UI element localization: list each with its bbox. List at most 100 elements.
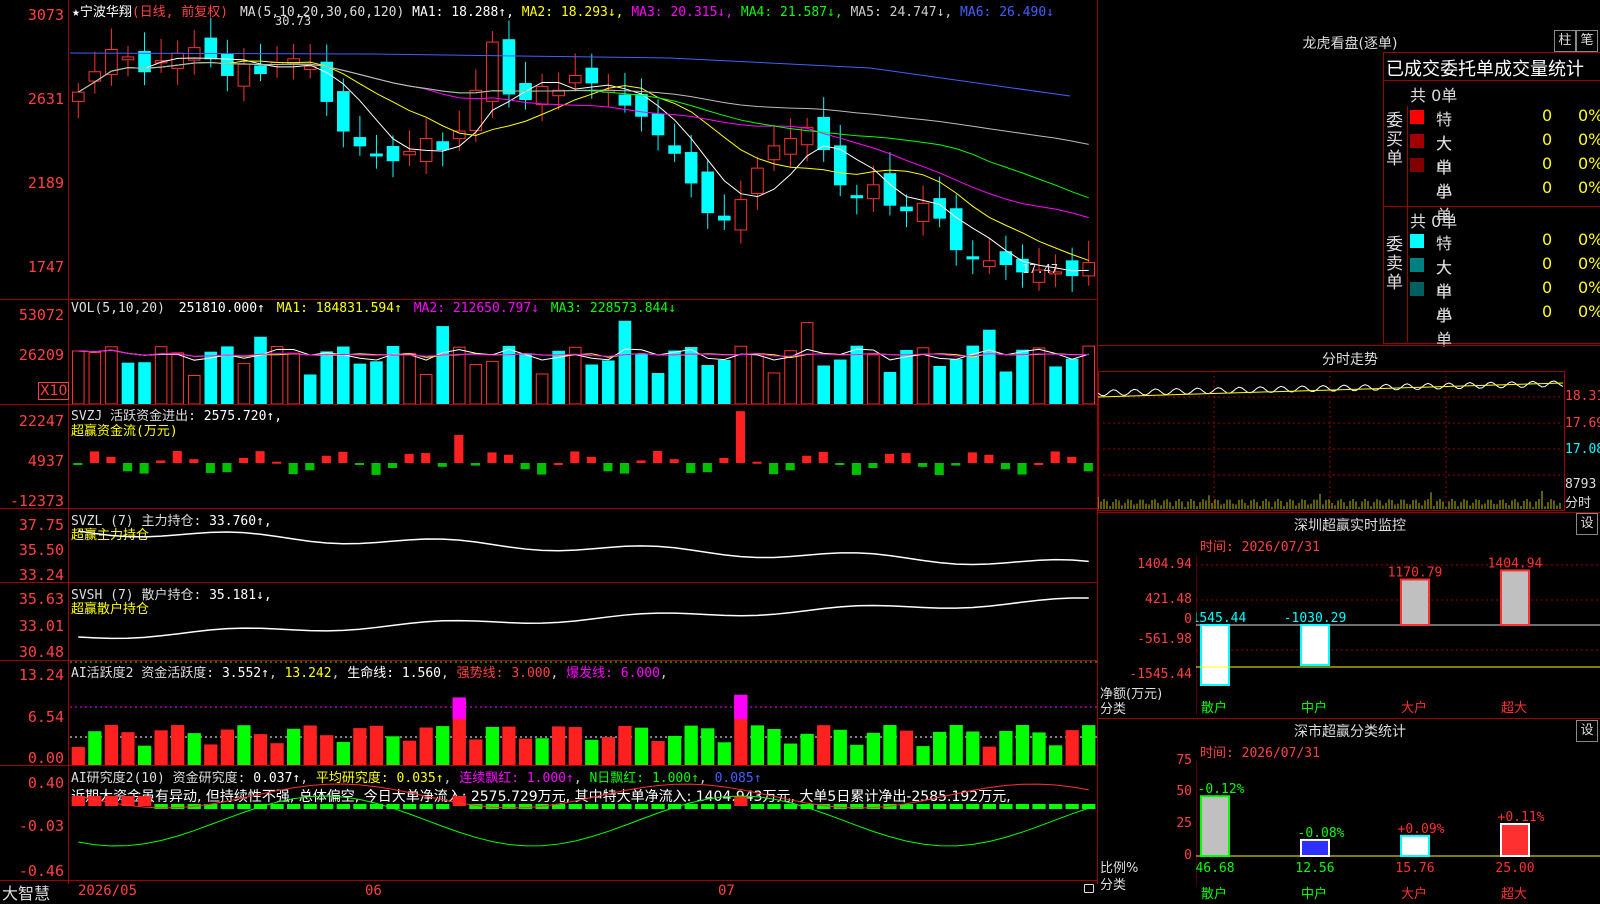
sc-bar (1300, 838, 1330, 858)
sc-bar-value: 25.00 (1495, 861, 1534, 876)
volume-bar (833, 359, 847, 404)
activity-bar (369, 725, 384, 765)
sc-bar-value: 46.68 (1196, 861, 1235, 876)
order-pct: 0% (1578, 106, 1600, 125)
ai-res-axis-bot: -0.46 (18, 862, 64, 880)
svzj-bar (769, 463, 779, 475)
volume-chart[interactable] (70, 300, 1097, 404)
svzj-bar (636, 460, 646, 463)
vol-axis-top: 53072 (18, 306, 64, 324)
sz-axis-label: -561.98 (1137, 632, 1192, 647)
candle-body (353, 137, 367, 147)
ai-activity-chart[interactable] (70, 661, 1097, 765)
sz-bar-value: -1545.44 (1196, 611, 1246, 626)
activity-bar (684, 725, 698, 765)
ai-act-axis-top: 13.24 (18, 666, 64, 684)
svsh-line (78, 597, 1089, 640)
sc-category-chart[interactable]: -0.12% 46.68 -0.08% 12.56 +0.09% 15.76 +0.11% 2… (1196, 760, 1600, 886)
activity-bar (88, 731, 102, 765)
volume-bar (71, 350, 85, 404)
svzj-bar (172, 451, 182, 463)
svsh-chart[interactable] (70, 583, 1097, 660)
order-count: 0 (1542, 178, 1553, 197)
volume-bar (171, 352, 184, 404)
research-bar (966, 804, 980, 809)
activity-bar (618, 726, 632, 765)
sz-bar-value: 1404.94 (1488, 556, 1543, 571)
candle-body (966, 256, 980, 260)
candle-body (983, 260, 996, 267)
order-count: 0 (1542, 106, 1553, 125)
sz-settings-button[interactable]: 设 (1576, 513, 1598, 535)
activity-bar (121, 732, 135, 765)
ai-act-axis-bot: 0.00 (27, 749, 64, 767)
candle-body (618, 94, 632, 106)
divider-bottom (0, 880, 1098, 881)
intraday-chart[interactable] (1098, 371, 1564, 510)
volume-bar (486, 360, 499, 404)
svzj-bar (222, 463, 232, 473)
volume-bar (718, 360, 731, 404)
candle-body (403, 150, 416, 156)
svzj-bar (918, 463, 928, 467)
tick-mode-button[interactable]: 笔 (1576, 30, 1598, 52)
candlestick-chart[interactable] (70, 18, 1097, 298)
research-bar (933, 804, 947, 809)
activity-bar (933, 731, 947, 765)
volume-bar (916, 347, 930, 404)
activity-bar (800, 733, 814, 765)
research-bar (684, 804, 698, 809)
sz-axis-label: 1404.94 (1137, 557, 1192, 572)
order-count: 0 (1542, 254, 1553, 273)
sc-settings-button[interactable]: 设 (1576, 720, 1598, 742)
volume-bar (121, 362, 135, 404)
svzj-bar (752, 461, 762, 464)
price-low-mark: 17.47 (1022, 262, 1059, 276)
svzj-bar (487, 452, 497, 463)
order-pct: 0% (1578, 302, 1600, 321)
svzj-bar (1034, 462, 1044, 465)
svzj-bar (205, 463, 215, 473)
volume-bar (817, 365, 830, 404)
fs-axis-1: 18.31 (1565, 389, 1600, 404)
activity-bar (883, 725, 897, 765)
svzj-bar (288, 463, 298, 475)
candle-body (684, 152, 698, 184)
candle-body (1082, 262, 1096, 277)
volume-bar (303, 374, 317, 404)
activity-bar (137, 745, 152, 765)
order-count: 0 (1542, 154, 1553, 173)
svzj-bar (619, 463, 630, 474)
price-axis-label: 2189 (27, 174, 64, 192)
candle-body (850, 195, 864, 199)
research-bar (701, 804, 715, 809)
activity-bar (601, 737, 615, 765)
volume-bar (88, 352, 102, 404)
activity-bar (817, 725, 831, 765)
svzj-bar (272, 461, 282, 464)
brand-label[interactable]: 大智慧 (2, 880, 50, 904)
order-count: 0 (1542, 230, 1553, 249)
activity-bar (220, 729, 234, 765)
activity-bar (1015, 725, 1030, 765)
lock-icon[interactable] (1084, 884, 1094, 893)
svzl-axis-mid: 35.50 (18, 541, 64, 559)
activity-bar-peak (452, 697, 466, 719)
fs-title: 分时走势 (1322, 352, 1378, 368)
bar-mode-button[interactable]: 柱 (1554, 30, 1576, 52)
buy-sell-divider (1383, 206, 1600, 207)
order-stat-divider (1383, 80, 1600, 81)
volume-bar (784, 350, 797, 404)
research-bar (651, 804, 665, 809)
svzl-chart[interactable] (70, 509, 1097, 582)
research-bar (601, 804, 615, 809)
svzj-bar (470, 463, 480, 466)
sc-xunit: 分类 (1100, 878, 1127, 893)
candle-body (71, 91, 85, 102)
svzj-chart[interactable] (70, 405, 1097, 508)
ai-research-chart[interactable] (70, 766, 1097, 880)
research-bar (949, 804, 963, 809)
sz-monitor-chart[interactable]: -1545.44 -1030.29 1170.79 1404.94 (1196, 555, 1600, 715)
research-bar (767, 804, 781, 809)
sz-top-line (1098, 512, 1600, 513)
